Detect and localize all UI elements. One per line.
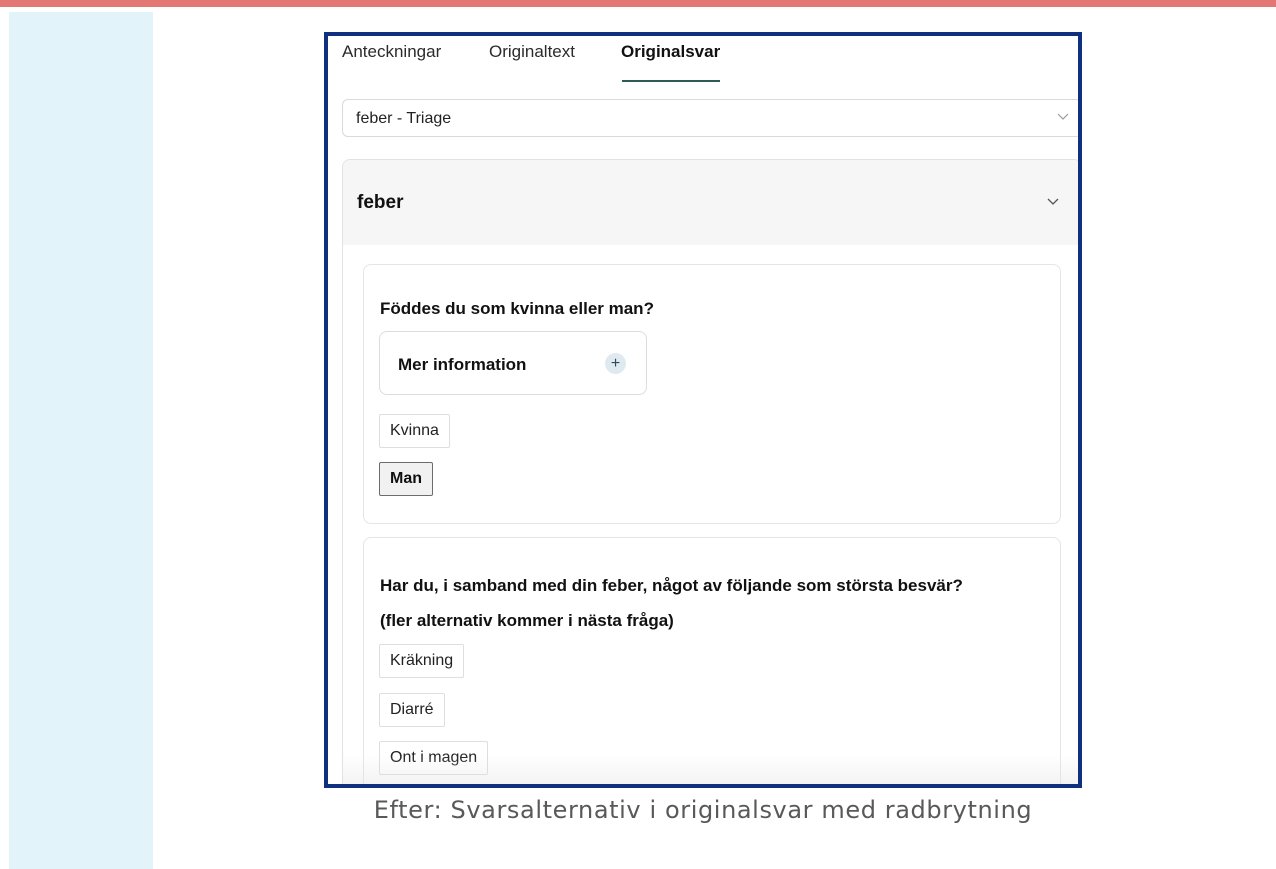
option-kvinna[interactable]: Kvinna [379, 414, 450, 448]
option-krakning[interactable]: Kräkning [379, 644, 465, 678]
active-tab-indicator [622, 80, 720, 82]
question-text: Har du, i samband med din feber, något a… [380, 576, 963, 595]
tab-originaltext[interactable]: Originaltext [489, 42, 575, 62]
screenshot-frame: Anteckningar Originaltext Originalsvar f… [324, 32, 1082, 788]
select-value: feber - Triage [356, 110, 452, 127]
tab-anteckningar[interactable]: Anteckningar [342, 42, 441, 62]
side-panel [9, 12, 153, 869]
question-subtext: (fler alternativ kommer i nästa fråga) [380, 611, 674, 630]
option-ont-i-magen[interactable]: Ont i magen [379, 741, 489, 775]
question-card: Har du, i samband med din feber, något a… [363, 537, 1061, 784]
tab-originalsvar[interactable]: Originalsvar [621, 42, 720, 62]
chevron-down-icon [1047, 198, 1059, 205]
top-accent-bar [0, 0, 1276, 7]
more-info-button[interactable]: Mer information + [379, 331, 647, 395]
accordion-feber: feber Föddes du som kvinna eller man? Me… [342, 159, 1078, 784]
more-info-label: Mer information [398, 355, 527, 374]
option-diarre[interactable]: Diarré [379, 693, 445, 727]
question-text: Föddes du som kvinna eller man? [380, 299, 654, 318]
accordion-title: feber [357, 192, 404, 213]
figure-caption: Efter: Svarsalternativ i originalsvar me… [373, 796, 1033, 824]
question-card: Föddes du som kvinna eller man? Mer info… [363, 264, 1061, 524]
chevron-down-icon [1057, 113, 1069, 120]
form-select[interactable]: feber - Triage [342, 99, 1078, 137]
option-man[interactable]: Man [379, 462, 433, 496]
accordion-header[interactable]: feber [343, 160, 1078, 245]
plus-icon: + [605, 353, 626, 374]
